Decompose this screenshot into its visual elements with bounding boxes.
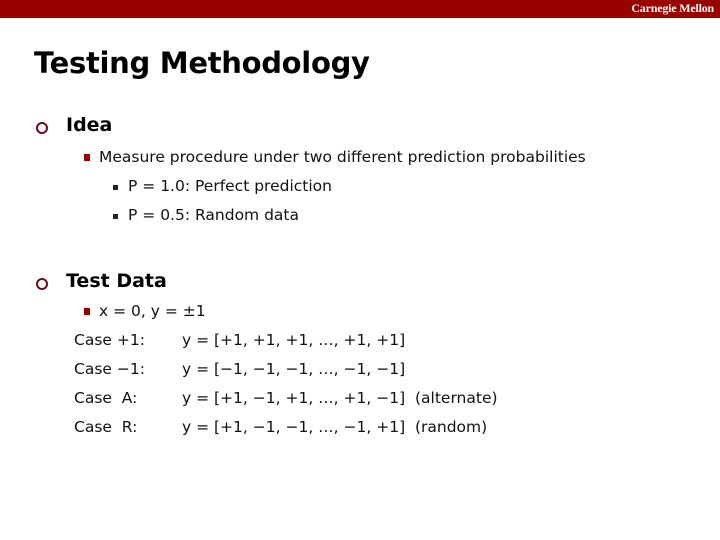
sub-bullet-text: P = 0.5: Random data (128, 206, 299, 224)
case-value: y = [−1, −1, −1, …, −1, −1] (182, 360, 406, 378)
bullet-text: Measure procedure under two different pr… (99, 148, 586, 166)
square-bullet-icon (84, 308, 90, 315)
case-label: Case +1: (74, 331, 145, 349)
case-value: y = [+1, −1, +1, …, +1, −1] (alternate) (182, 389, 498, 407)
small-square-bullet-icon (113, 214, 118, 219)
case-label: Case −1: (74, 360, 145, 378)
case-label: Case A: (74, 389, 138, 407)
square-bullet-icon (84, 154, 90, 161)
section-heading: Idea (66, 114, 113, 136)
bullet-text: x = 0, y = ±1 (99, 302, 206, 320)
case-value: y = [+1, −1, −1, …, −1, +1] (random) (182, 418, 488, 436)
section-heading: Test Data (66, 270, 167, 292)
sub-bullet-text: P = 1.0: Perfect prediction (128, 177, 332, 195)
slide-title: Testing Methodology (34, 46, 370, 80)
case-value: y = [+1, +1, +1, …, +1, +1] (182, 331, 406, 349)
brand-label: Carnegie Mellon (631, 1, 714, 15)
hollow-circle-bullet-icon (36, 122, 48, 134)
header-bar: Carnegie Mellon (0, 0, 720, 18)
small-square-bullet-icon (113, 185, 118, 190)
hollow-circle-bullet-icon (36, 278, 48, 290)
case-label: Case R: (74, 418, 138, 436)
